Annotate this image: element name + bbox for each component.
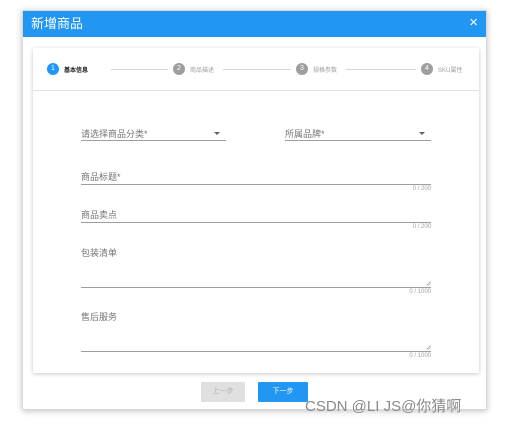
watermark-text: CSDN @LI JS@你猜啊 xyxy=(305,398,462,415)
step-label: 规格参数 xyxy=(313,67,338,74)
field-underline xyxy=(81,140,226,141)
form-card: 1 基本信息 2 商品描述 3 规格参数 4 SKU属性 请选择商品分类* 所属… xyxy=(33,48,479,373)
char-counter: 0 / 1000 xyxy=(409,289,431,295)
step-connector xyxy=(346,69,416,70)
char-counter: 0 / 1000 xyxy=(409,353,431,359)
stepper: 1 基本信息 2 商品描述 3 规格参数 4 SKU属性 xyxy=(33,48,479,91)
category-select[interactable]: 请选择商品分类* xyxy=(81,125,226,143)
step-description[interactable]: 2 商品描述 xyxy=(173,62,214,76)
step-number: 3 xyxy=(296,63,308,75)
brand-select[interactable]: 所属品牌* xyxy=(285,125,431,143)
product-title-input[interactable]: 商品标题* 0 / 200 xyxy=(81,168,431,196)
field-underline xyxy=(81,184,431,185)
step-label: 商品描述 xyxy=(190,67,215,74)
step-number: 1 xyxy=(47,63,59,75)
char-counter: 0 / 200 xyxy=(412,224,431,230)
step-label: SKU属性 xyxy=(438,67,463,74)
field-underline xyxy=(81,351,431,352)
resize-handle-icon[interactable] xyxy=(426,281,431,286)
step-sku[interactable]: 4 SKU属性 xyxy=(421,62,462,76)
dialog-titlebar: 新增商品 × xyxy=(23,11,486,37)
dialog-title: 新增商品 xyxy=(31,16,84,31)
package-list-textarea[interactable]: 包装清单 0 / 1000 xyxy=(81,244,431,296)
close-icon[interactable]: × xyxy=(469,14,478,32)
selling-point-input[interactable]: 商品卖点 0 / 200 xyxy=(81,206,431,234)
prev-step-button[interactable]: 上一步 xyxy=(201,382,245,402)
field-underline xyxy=(285,140,431,141)
step-connector xyxy=(223,69,291,70)
package-list-label: 包装清单 xyxy=(81,248,118,258)
after-sale-textarea[interactable]: 售后服务 0 / 1000 xyxy=(81,308,431,362)
brand-label: 所属品牌* xyxy=(285,129,325,139)
after-sale-label: 售后服务 xyxy=(81,312,118,322)
caret-down-icon xyxy=(214,132,220,135)
field-underline xyxy=(81,287,431,288)
step-basic-info[interactable]: 1 基本信息 xyxy=(47,62,88,76)
char-counter: 0 / 200 xyxy=(412,186,431,192)
field-underline xyxy=(81,222,431,223)
add-product-dialog: 新增商品 × 1 基本信息 2 商品描述 3 规格参数 4 SKU属性 请选择商… xyxy=(22,10,487,410)
next-step-button[interactable]: 下一步 xyxy=(258,382,308,402)
step-number: 4 xyxy=(421,63,433,75)
resize-handle-icon[interactable] xyxy=(426,345,431,350)
step-connector xyxy=(111,69,168,70)
step-number: 2 xyxy=(173,63,185,75)
product-title-label: 商品标题* xyxy=(81,172,121,182)
caret-down-icon xyxy=(419,132,425,135)
selling-point-label: 商品卖点 xyxy=(81,210,118,220)
category-label: 请选择商品分类* xyxy=(81,129,148,139)
step-label: 基本信息 xyxy=(64,67,89,74)
step-specs[interactable]: 3 规格参数 xyxy=(296,62,337,76)
